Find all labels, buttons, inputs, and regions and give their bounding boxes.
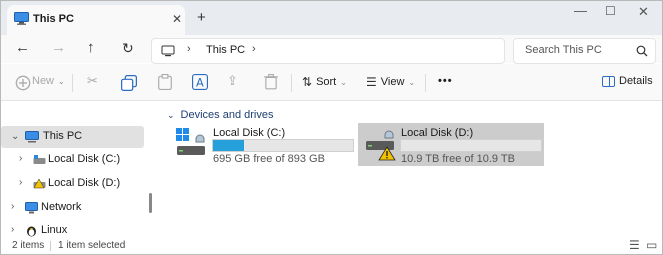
group-header-devices-and-drives[interactable]: ⌄ Devices and drives [167,109,273,121]
command-bar: New ⌄ ✂ A ⇪ ⇅ Sort ⌄ ☰ View ⌄ ••• Details [1,64,662,101]
title-bar: This PC ✕ + — ☐ ✕ [1,1,662,35]
drive-warning-icon [366,130,396,161]
drive-free-space: 10.9 TB free of 10.9 TB [401,153,515,165]
sidebar-item-network[interactable]: › Network [1,197,144,219]
chevron-right-icon[interactable]: › [187,43,191,55]
file-explorer-window: This PC ✕ + — ☐ ✕ ← → ↑ ↻ › This PC › Se… [0,0,663,255]
status-bar: 2 items 1 item selected ☰ ▭ [1,238,662,254]
chevron-right-icon[interactable]: › [11,201,14,212]
search-box[interactable]: Search This PC [513,38,656,64]
drive-free-space: 695 GB free of 893 GB [213,153,325,165]
chevron-down-icon: ⌄ [340,77,347,87]
divider [50,241,51,251]
content-area: ⌄ Devices and drives Local Disk (C:) 695… [157,101,662,238]
delete-icon[interactable] [263,74,279,90]
maximize-button[interactable]: ☐ [605,4,616,18]
drive-name: Local Disk (C:) [213,127,286,139]
paste-icon[interactable] [157,74,173,90]
close-tab-icon[interactable]: ✕ [172,12,182,26]
sidebar-scrollbar[interactable] [149,193,152,213]
chevron-down-icon: ⌄ [408,77,416,87]
copy-icon[interactable] [121,75,137,91]
view-button[interactable]: ☰ View ⌄ [366,75,415,89]
drive-usage-fill [213,140,244,151]
chevron-down-icon[interactable]: ⌄ [11,131,19,142]
chevron-right-icon[interactable]: › [11,224,14,235]
new-icon [15,75,31,91]
chevron-down-icon: ⌄ [58,76,65,86]
chevron-right-icon[interactable]: › [252,43,256,55]
drive-usage-bar [212,139,354,152]
view-label: View [380,76,405,88]
minimize-button[interactable]: — [574,3,587,18]
chevron-right-icon[interactable]: › [19,153,22,164]
cut-icon[interactable]: ✂ [87,73,98,89]
close-window-button[interactable]: ✕ [638,4,649,20]
this-pc-icon [161,45,175,57]
sidebar-item-local-disk-c[interactable]: › Local Disk (C:) [1,149,144,171]
new-button[interactable]: New ⌄ [32,75,65,87]
rename-icon[interactable]: A [192,74,208,90]
breadcrumb[interactable]: This PC [206,44,245,56]
chevron-down-icon: ⌄ [167,109,175,120]
sidebar-item-label: Local Disk (C:) [48,153,121,165]
up-button[interactable]: ↑ [87,40,95,56]
divider [72,74,73,92]
sidebar-item-this-pc[interactable]: ⌄ This PC [1,126,144,148]
this-pc-icon [14,12,29,25]
drive-icon [33,155,46,164]
sidebar-item-label: Network [41,201,82,213]
windows-drive-icon [176,128,205,155]
tiles-view-icon[interactable]: ▭ [646,238,657,252]
details-pane-icon [602,75,615,87]
sort-button[interactable]: ⇅ Sort ⌄ [302,75,347,89]
svg-text:A: A [196,76,204,90]
address-bar-row: ← → ↑ ↻ › This PC › Search This PC [1,35,662,64]
search-icon [636,45,648,57]
tab-title: This PC [33,13,74,25]
new-label: New [32,75,55,87]
details-button[interactable]: Details [602,75,653,87]
chevron-right-icon[interactable]: › [19,177,22,188]
drive-name: Local Disk (D:) [401,127,474,139]
drive-tile-c[interactable]: Local Disk (C:) 695 GB free of 893 GB [169,123,355,166]
drive-usage-bar [400,139,542,152]
item-count: 2 items [12,240,45,251]
refresh-button[interactable]: ↻ [122,40,134,56]
linux-penguin-icon [27,226,36,237]
details-label: Details [619,75,653,87]
divider [425,74,426,92]
sort-icon: ⇅ [302,75,313,89]
sort-label: Sort [316,76,337,88]
share-icon[interactable]: ⇪ [227,73,238,89]
new-tab-button[interactable]: + [197,9,206,26]
this-pc-icon [25,131,39,143]
details-view-icon[interactable]: ☰ [629,238,640,252]
forward-button[interactable]: → [51,40,66,56]
sidebar-item-label: Linux [41,224,68,236]
divider [291,74,292,92]
search-input[interactable]: Search This PC [525,44,602,56]
network-icon [25,202,38,214]
navigation-pane: ⌄ This PC › Local Disk (C:) › Local Disk… [1,101,156,238]
sidebar-item-local-disk-d[interactable]: › Local Disk (D:) [1,173,144,195]
more-options-button[interactable]: ••• [438,75,453,87]
group-label: Devices and drives [180,109,274,121]
drive-warning-icon [33,179,46,189]
sidebar-item-label: This PC [43,130,83,142]
back-button[interactable]: ← [15,40,30,56]
address-bar[interactable]: › This PC › [151,38,505,64]
sidebar-item-label: Local Disk (D:) [48,177,121,189]
drive-tile-d[interactable]: Local Disk (D:) 10.9 TB free of 10.9 TB [358,123,544,166]
selection-status: 1 item selected [58,240,126,251]
tab-this-pc[interactable]: This PC ✕ [7,5,185,35]
view-icon: ☰ [366,75,377,89]
